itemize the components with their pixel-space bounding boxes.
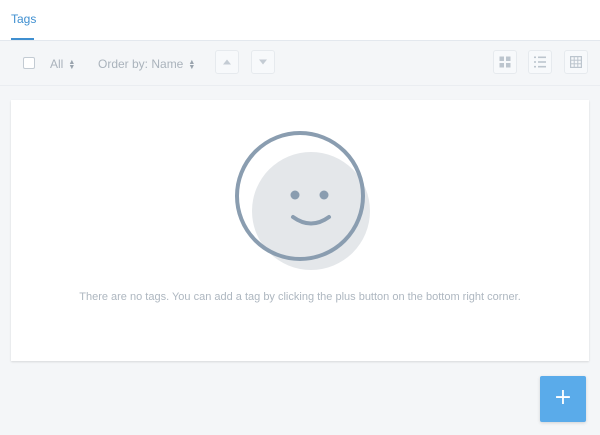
caret-down-icon [259, 59, 267, 65]
sort-ascending-button[interactable] [215, 50, 239, 74]
list-view-icon [534, 56, 546, 68]
list-view-button[interactable] [528, 50, 552, 74]
smiley-face-icon [235, 131, 370, 270]
tab-bar: Tags [0, 0, 600, 41]
sort-arrows-icon: ▲ ▼ [188, 58, 196, 71]
plus-icon: + [553, 385, 573, 410]
tab-active-indicator [11, 38, 34, 40]
filter-dropdown[interactable]: All ▲ ▼ [50, 57, 75, 71]
empty-state-message: There are no tags. You can add a tag by … [79, 291, 521, 303]
grid-view-button[interactable] [493, 50, 517, 74]
table-view-button[interactable] [564, 50, 588, 74]
sort-descending-button[interactable] [251, 50, 275, 74]
select-all-checkbox[interactable] [23, 57, 35, 69]
filter-dropdown-label: All [50, 57, 64, 71]
order-by-dropdown[interactable]: Order by: Name ▲ ▼ [98, 57, 195, 71]
empty-state-card: There are no tags. You can add a tag by … [11, 100, 589, 361]
tab-tags[interactable]: Tags [11, 12, 36, 26]
order-by-label: Order by: Name [98, 57, 184, 71]
caret-up-icon [223, 59, 231, 65]
grid-view-icon [499, 56, 511, 68]
table-view-icon [570, 56, 582, 68]
sort-arrows-icon: ▲ ▼ [68, 58, 76, 71]
add-tag-button[interactable]: + [540, 376, 586, 422]
